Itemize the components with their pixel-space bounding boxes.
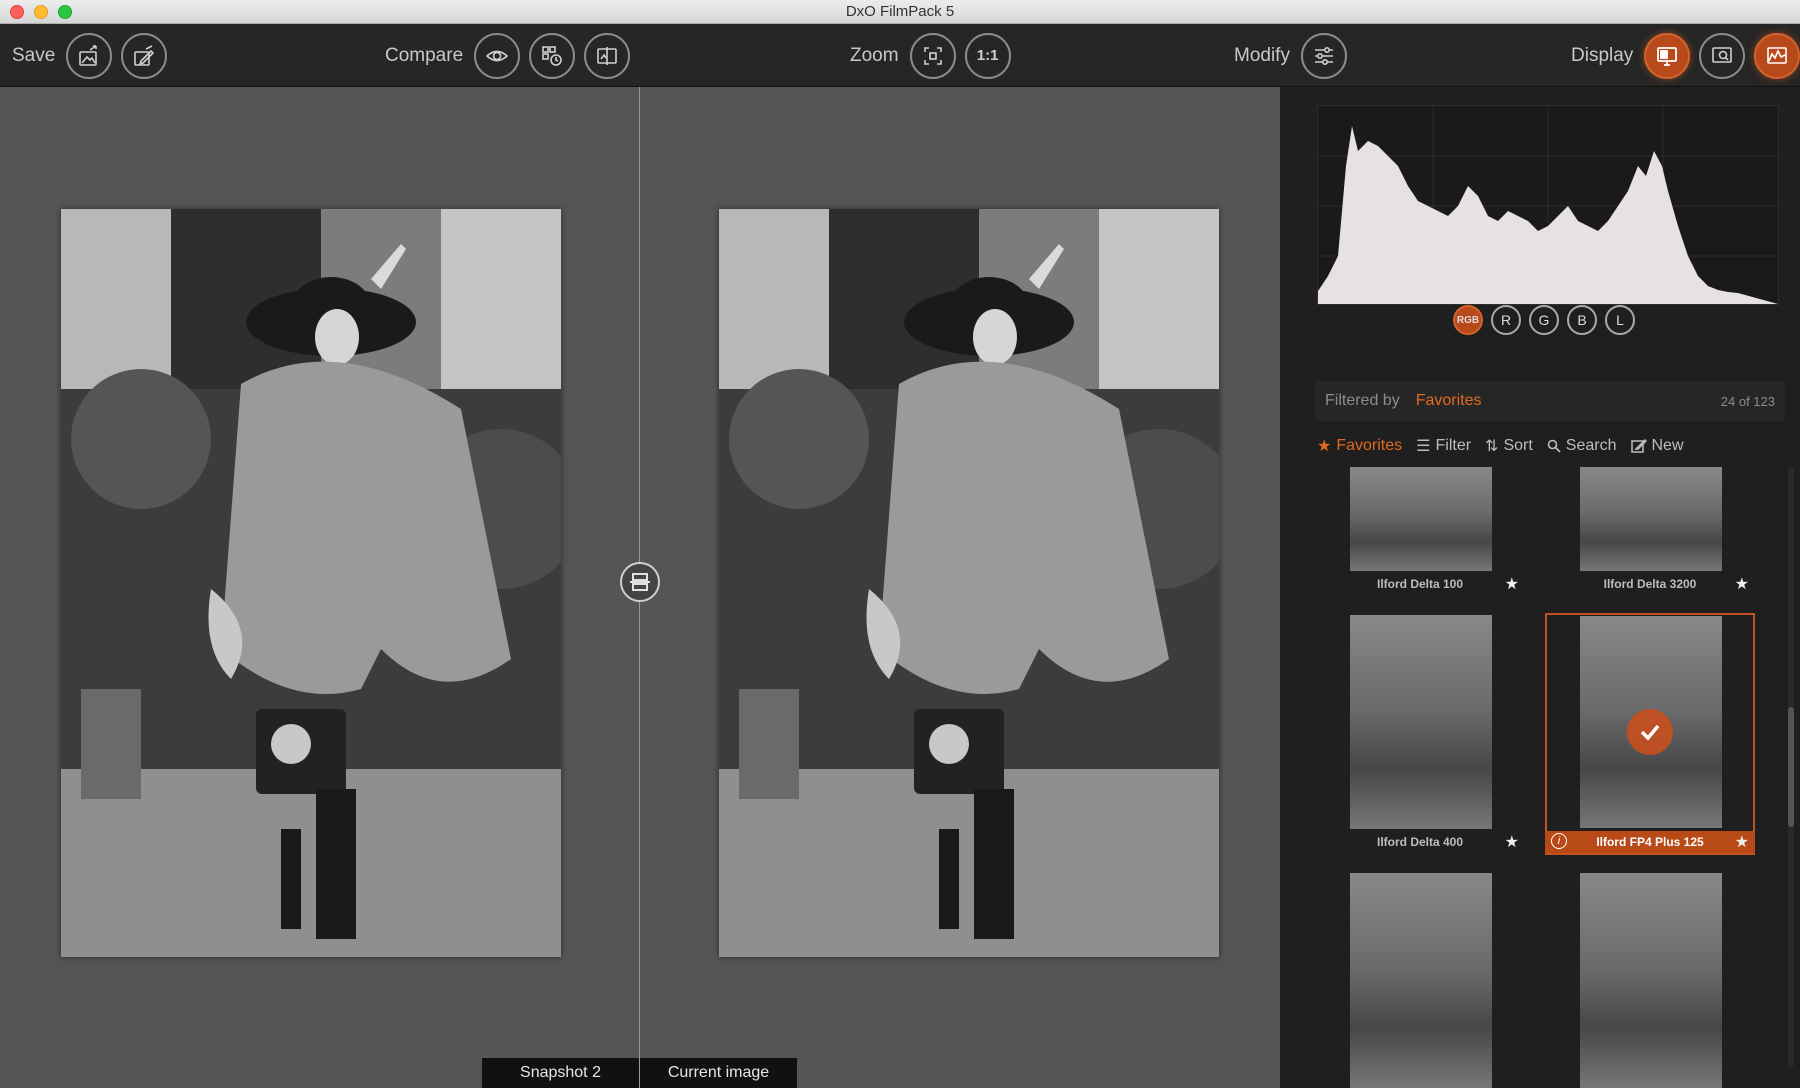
fit-screen-icon bbox=[923, 46, 942, 65]
channel-rgb-button[interactable]: RGB bbox=[1453, 305, 1483, 335]
film-tile[interactable]: Ilford Delta 3200 ★ bbox=[1545, 467, 1755, 597]
photo-woman-hat-illustration bbox=[61, 209, 561, 957]
new-edit-icon bbox=[1630, 438, 1647, 453]
film-thumbnail bbox=[1350, 615, 1492, 829]
film-thumbnail bbox=[1350, 467, 1492, 571]
compare-history-button[interactable] bbox=[529, 32, 576, 79]
new-label: New bbox=[1651, 437, 1684, 454]
title-bar: DxO FilmPack 5 bbox=[0, 0, 1800, 24]
modify-button[interactable] bbox=[1300, 32, 1347, 79]
film-name: Ilford Delta 400 bbox=[1376, 835, 1464, 849]
channel-b-button[interactable]: B bbox=[1567, 305, 1597, 335]
histogram-icon bbox=[1767, 46, 1788, 64]
export-edit-icon bbox=[134, 44, 155, 66]
modify-group: Modify bbox=[1234, 24, 1347, 87]
histogram-graph bbox=[1318, 106, 1778, 304]
display-group: Display bbox=[1571, 24, 1800, 87]
new-preset-button[interactable]: New bbox=[1630, 437, 1684, 455]
film-name: Ilford Delta 3200 bbox=[1603, 577, 1697, 591]
export-image-button[interactable] bbox=[66, 32, 113, 79]
film-tile[interactable]: Ilford Delta 100 ★ bbox=[1315, 467, 1525, 597]
histogram-channel-buttons: RGB R G B L bbox=[1453, 305, 1635, 335]
film-tile[interactable]: Ilford Delta 400 ★ bbox=[1315, 615, 1525, 855]
film-thumbnail bbox=[1580, 873, 1722, 1088]
window-title: DxO FilmPack 5 bbox=[845, 3, 955, 20]
compare-label: Compare bbox=[385, 44, 464, 66]
display-label: Display bbox=[1571, 44, 1634, 66]
search-button[interactable]: Search bbox=[1547, 437, 1617, 455]
film-grid: Ilford Delta 100 ★ Ilford Delta 3200 ★ I… bbox=[1315, 467, 1785, 1088]
channel-r-button[interactable]: R bbox=[1491, 305, 1521, 335]
split-view-button[interactable] bbox=[584, 32, 631, 79]
filter-value[interactable]: Favorites bbox=[1416, 392, 1482, 410]
film-name: Ilford FP4 Plus 125 bbox=[1596, 835, 1704, 849]
snapshot-image bbox=[61, 209, 561, 957]
filter-label: Filter bbox=[1435, 437, 1472, 454]
film-tile[interactable] bbox=[1545, 873, 1755, 1088]
grid-clock-icon bbox=[542, 45, 562, 66]
search-icon bbox=[1547, 439, 1561, 453]
current-image bbox=[719, 209, 1219, 957]
export-edit-button[interactable] bbox=[121, 32, 168, 79]
photo-woman-hat-illustration bbox=[719, 209, 1219, 957]
filtered-by-label: Filtered by bbox=[1325, 392, 1400, 409]
zoom-100-button[interactable]: 1:1 bbox=[964, 32, 1011, 79]
zoom-100-label: 1:1 bbox=[976, 47, 999, 64]
save-group: Save bbox=[12, 24, 168, 87]
film-thumbnail bbox=[1350, 873, 1492, 1088]
split-handle-icon bbox=[630, 573, 650, 591]
film-tile[interactable] bbox=[1315, 873, 1525, 1088]
compare-group: Compare bbox=[385, 24, 631, 87]
filter-button[interactable]: ☰ Filter bbox=[1416, 436, 1471, 456]
current-image-caption: Current image bbox=[640, 1058, 797, 1088]
loupe-icon bbox=[1712, 46, 1733, 63]
star-icon: ★ bbox=[1317, 438, 1332, 455]
save-label: Save bbox=[12, 44, 56, 66]
favorite-star-icon[interactable]: ★ bbox=[1505, 832, 1519, 852]
film-tile-selected[interactable]: i Ilford FP4 Plus 125 ★ bbox=[1545, 613, 1755, 855]
search-label: Search bbox=[1565, 437, 1617, 454]
split-handle[interactable] bbox=[620, 562, 660, 602]
zoom-fit-button[interactable] bbox=[909, 32, 956, 79]
compare-original-button[interactable] bbox=[474, 32, 521, 79]
channel-l-button[interactable]: L bbox=[1605, 305, 1635, 335]
film-name: Ilford Delta 100 bbox=[1376, 577, 1464, 591]
zoom-label: Zoom bbox=[850, 44, 899, 66]
eye-icon bbox=[485, 50, 509, 61]
channel-g-button[interactable]: G bbox=[1529, 305, 1559, 335]
right-panel: RGB R G B L Filtered by Favorites 24 of … bbox=[1280, 87, 1800, 1088]
filter-status-bar: Filtered by Favorites 24 of 123 bbox=[1315, 381, 1785, 421]
histogram bbox=[1317, 105, 1779, 305]
film-grid-scroll-thumb[interactable] bbox=[1788, 707, 1794, 827]
histogram-display-button[interactable] bbox=[1754, 32, 1800, 79]
browser-actions: ★ Favorites ☰ Filter ⇅ Sort Search New bbox=[1315, 431, 1785, 461]
sliders-icon bbox=[1314, 46, 1333, 65]
fullscreen-display-button[interactable] bbox=[1644, 32, 1691, 79]
favorite-star-icon[interactable]: ★ bbox=[1505, 574, 1519, 594]
list-icon: ☰ bbox=[1416, 438, 1431, 455]
favorite-star-icon[interactable]: ★ bbox=[1735, 832, 1749, 852]
sort-label: Sort bbox=[1503, 437, 1533, 454]
favorite-star-icon[interactable]: ★ bbox=[1735, 574, 1749, 594]
film-thumbnail bbox=[1580, 467, 1722, 571]
favorites-button[interactable]: ★ Favorites bbox=[1317, 436, 1402, 456]
preview-area: Snapshot 2 Current image bbox=[0, 87, 1280, 1088]
split-view-icon bbox=[597, 46, 617, 65]
sort-icon: ⇅ bbox=[1485, 438, 1499, 455]
monitor-icon bbox=[1657, 46, 1678, 66]
film-count: 24 of 123 bbox=[1720, 393, 1775, 409]
favorites-label: Favorites bbox=[1336, 437, 1403, 454]
main-toolbar: Save Compare Zoom 1:1 Modify Display bbox=[0, 24, 1800, 87]
snapshot-caption: Snapshot 2 bbox=[482, 1058, 639, 1088]
modify-label: Modify bbox=[1234, 44, 1290, 66]
export-image-icon bbox=[79, 44, 98, 66]
checkmark-icon bbox=[1627, 709, 1673, 755]
loupe-display-button[interactable] bbox=[1699, 32, 1746, 79]
zoom-group: Zoom 1:1 bbox=[850, 24, 1011, 87]
sort-button[interactable]: ⇅ Sort bbox=[1485, 436, 1533, 456]
